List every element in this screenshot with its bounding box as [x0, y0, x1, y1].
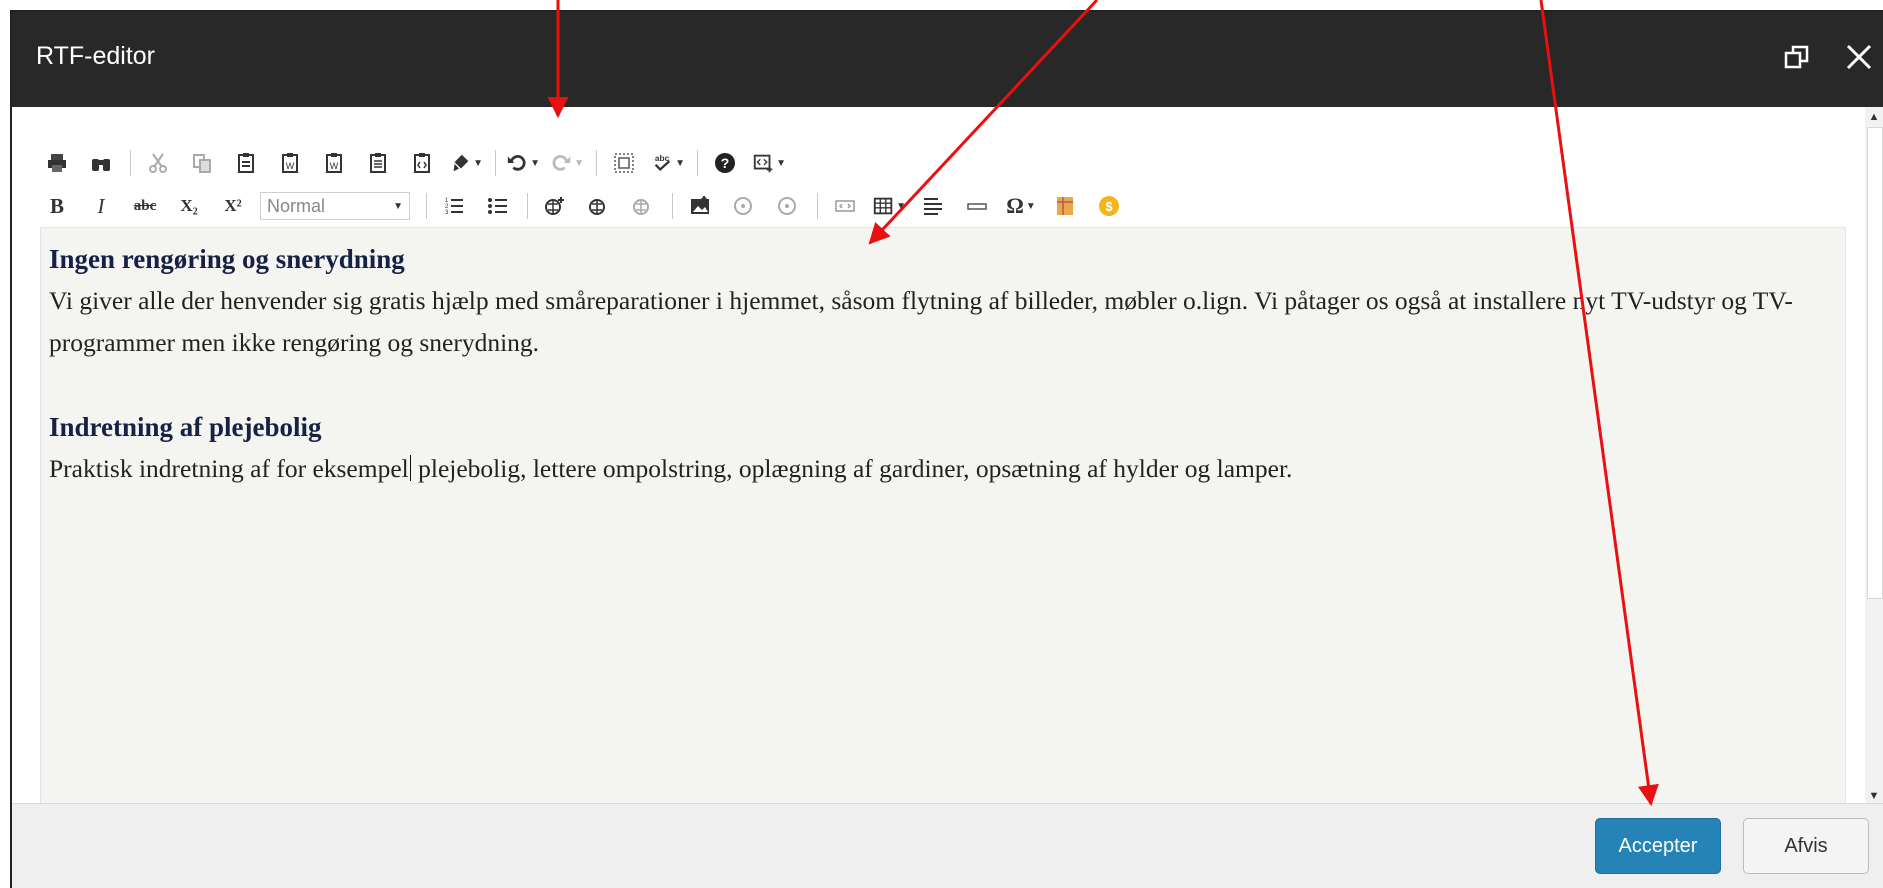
toolbar-row-1: W W ▼ ▼ ▼ abc ▼ ? ▼	[40, 145, 796, 181]
paste-text-icon[interactable]	[361, 148, 395, 178]
superscript-button[interactable]: X²	[216, 191, 250, 221]
paragraph-2-text-after-caret: plejebolig, lettere ompolstring, oplægni…	[411, 454, 1293, 483]
paste-word-icon[interactable]: W	[273, 148, 307, 178]
align-icon[interactable]	[916, 191, 950, 221]
scroll-up-icon[interactable]: ▲	[1865, 109, 1883, 125]
chevron-down-icon: ▼	[393, 200, 403, 212]
select-all-icon[interactable]	[607, 148, 641, 178]
spellcheck-icon[interactable]: abc ▼	[651, 148, 685, 178]
svg-text:3: 3	[445, 210, 449, 216]
toolbar-separator	[527, 193, 528, 219]
toolbar-separator	[495, 150, 496, 176]
help-icon[interactable]: ?	[708, 148, 742, 178]
format-select-value: Normal	[267, 195, 326, 216]
paste-icon[interactable]	[229, 148, 263, 178]
dialog-content: W W ▼ ▼ ▼ abc ▼ ? ▼ B I abc X₂ X² Normal ▼…	[12, 107, 1883, 804]
macro-icon[interactable]: $	[1092, 191, 1126, 221]
edit-media-icon[interactable]	[771, 191, 805, 221]
horizontal-line-icon[interactable]	[960, 191, 994, 221]
svg-text:W: W	[330, 161, 339, 171]
accept-button[interactable]: Accepter	[1595, 818, 1721, 874]
toolbar-separator	[426, 193, 427, 219]
print-icon[interactable]	[40, 148, 74, 178]
bold-button[interactable]: B	[40, 191, 74, 221]
svg-text:W: W	[286, 161, 295, 171]
editor-area[interactable]: Ingen rengøring og snerydning Vi giver a…	[40, 227, 1846, 804]
paste-template-icon[interactable]	[405, 148, 439, 178]
undo-icon[interactable]: ▼	[506, 148, 540, 178]
paste-word-alt-icon[interactable]: W	[317, 148, 351, 178]
toolbar-separator	[596, 150, 597, 176]
special-character-button[interactable]: Ω ▼	[1004, 191, 1038, 221]
insert-media-icon[interactable]	[727, 191, 761, 221]
insert-link-icon[interactable]	[538, 191, 572, 221]
cut-icon[interactable]	[141, 148, 175, 178]
bulleted-list-icon[interactable]	[481, 191, 515, 221]
redo-icon[interactable]: ▼	[550, 148, 584, 178]
format-select[interactable]: Normal ▼	[260, 192, 410, 220]
editor-heading-1: Ingen rengøring og snerydning	[49, 244, 405, 274]
reject-button[interactable]: Afvis	[1743, 818, 1869, 874]
editor-scrollbar[interactable]: ▲ ▼	[1865, 107, 1883, 804]
numbered-list-icon[interactable]: 123	[437, 191, 471, 221]
toolbar-separator	[817, 193, 818, 219]
close-icon[interactable]	[1842, 40, 1876, 74]
copy-icon[interactable]	[185, 148, 219, 178]
strikethrough-button[interactable]: abc	[128, 191, 162, 221]
dialog-titlebar: RTF-editor	[12, 12, 1883, 107]
toolbar-row-2: B I abc X₂ X² Normal ▼ 123 ▼ Ω ▼ $	[40, 188, 1136, 224]
editor-heading-2: Indretning af plejebolig	[49, 412, 322, 442]
omega-icon: Ω	[1006, 193, 1024, 218]
dialog-footer: Accepter Afvis	[12, 803, 1883, 888]
template-icon[interactable]	[1048, 191, 1082, 221]
unlink-icon[interactable]	[626, 191, 660, 221]
toolbar-separator	[672, 193, 673, 219]
svg-text:?: ?	[721, 155, 730, 171]
editor-paragraph-1: Vi giver alle der henvender sig gratis h…	[49, 286, 1793, 357]
find-icon[interactable]	[84, 148, 118, 178]
text-caret	[409, 455, 411, 481]
dialog-title: RTF-editor	[36, 42, 156, 70]
scroll-down-icon[interactable]: ▼	[1865, 788, 1883, 804]
editor-paragraph-2: Praktisk indretning af for eksempel plej…	[49, 448, 1837, 490]
scrollbar-thumb[interactable]	[1867, 127, 1883, 599]
edit-link-icon[interactable]	[582, 191, 616, 221]
insert-image-icon[interactable]	[683, 191, 717, 221]
svg-text:$: $	[1105, 199, 1113, 214]
format-brush-icon[interactable]: ▼	[449, 148, 483, 178]
italic-button[interactable]: I	[84, 191, 118, 221]
table-icon[interactable]: ▼	[872, 191, 906, 221]
editor-blank-line	[49, 364, 1837, 406]
paragraph-2-text-before-caret: Praktisk indretning af for eksempel	[49, 454, 409, 483]
toolbar-separator	[130, 150, 131, 176]
insert-snippet-icon[interactable]: ▼	[752, 148, 786, 178]
subscript-button[interactable]: X₂	[172, 191, 206, 221]
restore-window-icon[interactable]	[1780, 40, 1814, 74]
rtf-editor-dialog: RTF-editor W W ▼ ▼ ▼ abc ▼ ? ▼ B I abc X…	[10, 10, 1883, 888]
toolbar-separator	[697, 150, 698, 176]
embed-code-icon[interactable]	[828, 191, 862, 221]
